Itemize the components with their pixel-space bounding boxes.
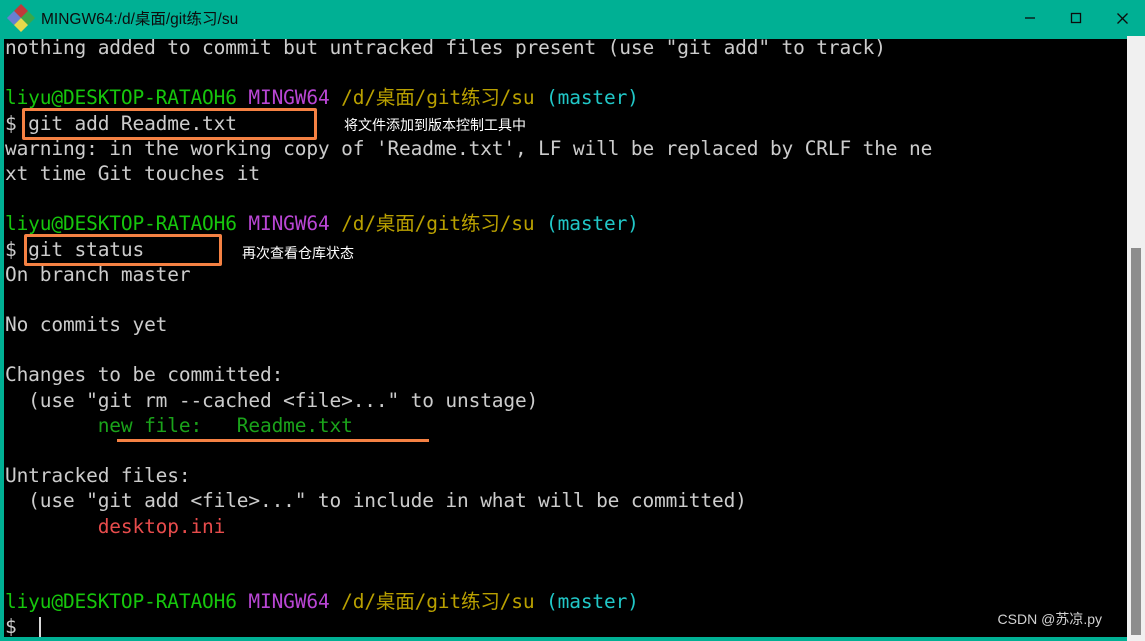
close-icon[interactable] — [1099, 0, 1145, 36]
annotation-note-git-status: 再次查看仓库状态 — [242, 245, 354, 261]
terminal-span: MINGW64 — [248, 86, 330, 110]
terminal-line: On branch master — [5, 262, 1128, 287]
terminal-line: nothing added to commit but untracked fi… — [5, 39, 1128, 60]
terminal-span: MINGW64 — [248, 590, 330, 614]
terminal-span: new file: Readme.txt — [5, 413, 353, 437]
terminal-span: warning: in the working copy of 'Readme.… — [5, 136, 933, 160]
terminal-line: (use "git add <file>..." to include in w… — [5, 488, 1128, 513]
terminal-line: Untracked files: — [5, 463, 1128, 488]
terminal-line: liyu@DESKTOP-RATAOH6 MINGW64 /d/桌面/git练习… — [5, 589, 1128, 614]
terminal-span — [534, 590, 546, 613]
vertical-scrollbar[interactable] — [1127, 36, 1145, 641]
terminal-span: MINGW64 — [248, 212, 330, 236]
terminal-span — [237, 212, 249, 235]
minimize-icon[interactable] — [1007, 0, 1053, 36]
terminal-line: liyu@DESKTOP-RATAOH6 MINGW64 /d/桌面/git练习… — [5, 211, 1128, 236]
terminal-span: On branch master — [5, 262, 191, 286]
csdn-watermark: CSDN @苏凉.py — [997, 611, 1102, 627]
terminal-span — [330, 212, 342, 235]
scrollbar-thumb[interactable] — [1131, 247, 1141, 635]
terminal-span: (master) — [546, 86, 639, 110]
window-titlebar[interactable]: MINGW64:/d/桌面/git练习/su — [0, 0, 1145, 36]
terminal-span — [330, 86, 342, 109]
terminal-span: liyu@DESKTOP-RATAOH6 — [5, 212, 237, 236]
maximize-icon[interactable] — [1053, 0, 1099, 36]
terminal-line: Changes to be committed: — [5, 362, 1128, 387]
terminal-output: nothing added to commit but untracked fi… — [4, 39, 1128, 637]
terminal-span: (master) — [546, 590, 639, 614]
terminal-span: liyu@DESKTOP-RATAOH6 — [5, 590, 237, 614]
terminal-line: No commits yet — [5, 312, 1128, 337]
terminal-line: xt time Git touches it — [5, 161, 1128, 186]
terminal-line: desktop.ini — [5, 514, 1128, 539]
terminal-span — [237, 86, 249, 109]
terminal-span: Changes to be committed: — [5, 363, 284, 387]
terminal-span: (use "git rm --cached <file>..." to unst… — [5, 388, 539, 412]
terminal-span: No commits yet — [5, 313, 168, 337]
terminal-screen[interactable]: nothing added to commit but untracked fi… — [4, 39, 1128, 637]
terminal-span: Untracked files: — [5, 464, 191, 488]
annotation-underline-new-file — [117, 439, 429, 442]
terminal-line: warning: in the working copy of 'Readme.… — [5, 136, 1128, 161]
terminal-line: $ — [5, 614, 1128, 637]
terminal-line: new file: Readme.txt — [5, 413, 1128, 438]
terminal-line: $ git status — [5, 237, 1128, 262]
terminal-span — [534, 86, 546, 109]
terminal-line: liyu@DESKTOP-RATAOH6 MINGW64 /d/桌面/git练习… — [5, 85, 1128, 110]
terminal-span: $ — [5, 615, 29, 637]
terminal-span: liyu@DESKTOP-RATAOH6 — [5, 86, 237, 110]
window-title: MINGW64:/d/桌面/git练习/su — [41, 11, 239, 28]
terminal-span: xt time Git touches it — [5, 161, 260, 185]
terminal-span: (use "git add <file>..." to include in w… — [5, 489, 747, 513]
terminal-cursor — [39, 617, 41, 637]
terminal-span: (master) — [546, 212, 639, 236]
terminal-span: /d/桌面/git练习/su — [341, 590, 535, 614]
git-bash-logo-icon — [6, 3, 36, 33]
terminal-span: desktop.ini — [5, 514, 226, 538]
terminal-span — [237, 590, 249, 613]
terminal-line: (use "git rm --cached <file>..." to unst… — [5, 388, 1128, 413]
annotation-note-git-add: 将文件添加到版本控制工具中 — [344, 117, 526, 133]
window-controls — [1007, 0, 1145, 36]
terminal-span: $ git status — [5, 237, 145, 261]
terminal-span: /d/桌面/git练习/su — [341, 212, 535, 236]
terminal-span: /d/桌面/git练习/su — [341, 86, 535, 110]
terminal-span — [534, 212, 546, 235]
terminal-span: $ git add Readme.txt — [5, 111, 237, 135]
terminal-area: nothing added to commit but untracked fi… — [0, 36, 1145, 641]
terminal-line: $ git add Readme.txt — [5, 111, 1128, 136]
git-bash-window: MINGW64:/d/桌面/git练习/su nothing added to … — [0, 0, 1145, 641]
terminal-span — [330, 590, 342, 613]
terminal-span: nothing added to commit but untracked fi… — [5, 39, 886, 59]
